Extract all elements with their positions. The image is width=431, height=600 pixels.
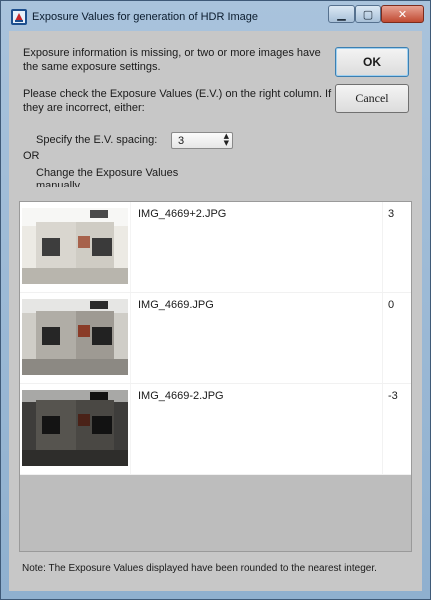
dialog-body: Exposure information is missing, or two … <box>9 31 422 591</box>
image-row[interactable]: IMG_4669+2.JPG 3 <box>20 202 411 293</box>
minimize-button[interactable]: ▁ <box>328 5 355 23</box>
image-list[interactable]: IMG_4669+2.JPG 3 IMG_4669.JPG 0 IMG_4669… <box>19 201 412 552</box>
change-ev-manually-label: Change the Exposure Values manually. <box>36 167 179 187</box>
ev-spacing-value: 3 <box>178 135 185 147</box>
image-filename: IMG_4669-2.JPG <box>138 390 224 402</box>
close-button[interactable]: ✕ <box>381 5 424 23</box>
spinner-arrows-icon: ▲ ▼ <box>223 132 229 147</box>
image-ev-value[interactable]: -3 <box>388 390 398 402</box>
ev-spacing-label: Specify the E.V. spacing: <box>36 134 158 146</box>
check-ev-message: Please check the Exposure Values (E.V.) … <box>23 88 332 114</box>
column-divider <box>382 384 383 474</box>
cancel-button[interactable]: Cancel <box>335 84 409 113</box>
maximize-button[interactable]: ▢ <box>355 5 381 23</box>
image-thumbnail <box>22 390 128 466</box>
maximize-icon: ▢ <box>362 7 374 21</box>
image-thumbnail <box>22 299 128 375</box>
column-divider <box>130 384 131 474</box>
app-icon <box>11 9 27 25</box>
column-divider <box>130 202 131 292</box>
rounding-note: Note: The Exposure Values displayed have… <box>22 563 377 574</box>
image-row[interactable]: IMG_4669.JPG 0 <box>20 293 411 384</box>
column-divider <box>130 293 131 383</box>
column-divider <box>382 293 383 383</box>
close-icon: ✕ <box>397 7 408 21</box>
window-title: Exposure Values for generation of HDR Im… <box>32 11 259 23</box>
missing-exposure-message: Exposure information is missing, or two … <box>23 47 321 73</box>
image-thumbnail <box>22 208 128 284</box>
or-label: OR <box>23 150 40 162</box>
ev-spacing-select[interactable]: 3 ▲ ▼ <box>171 132 233 149</box>
minimize-icon: ▁ <box>337 7 346 21</box>
title-bar[interactable]: Exposure Values for generation of HDR Im… <box>1 1 430 31</box>
image-ev-value[interactable]: 3 <box>388 208 394 220</box>
image-row[interactable]: IMG_4669-2.JPG -3 <box>20 384 411 475</box>
hdr-dialog: Exposure Values for generation of HDR Im… <box>0 0 431 600</box>
image-ev-value[interactable]: 0 <box>388 299 394 311</box>
image-filename: IMG_4669+2.JPG <box>138 208 227 220</box>
image-filename: IMG_4669.JPG <box>138 299 214 311</box>
ok-button[interactable]: OK <box>335 47 409 77</box>
column-divider <box>382 202 383 292</box>
